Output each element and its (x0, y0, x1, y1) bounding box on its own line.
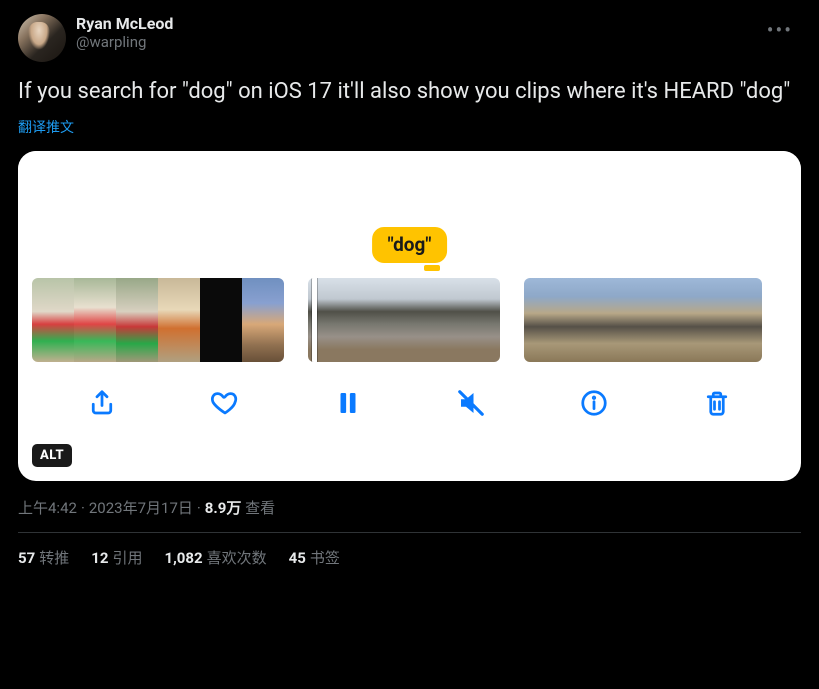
clip-frame (558, 278, 592, 362)
likes-stat[interactable]: 1,082喜欢次数 (164, 547, 266, 568)
clip-frame (660, 278, 694, 362)
info-icon[interactable] (576, 385, 612, 421)
share-icon[interactable] (84, 385, 120, 421)
clip-frame (116, 278, 158, 362)
caption-badge-tail (424, 265, 440, 271)
tweet-container: Ryan McLeod @warpling ••• If you search … (0, 0, 819, 578)
quotes-stat[interactable]: 12引用 (91, 547, 142, 568)
media-card[interactable]: "dog" (18, 151, 801, 481)
clip-group[interactable] (308, 278, 500, 362)
clip-frame (728, 278, 762, 362)
alt-badge[interactable]: ALT (32, 444, 72, 467)
clip-frame (74, 278, 116, 362)
pause-icon[interactable] (330, 385, 366, 421)
heart-icon[interactable] (207, 385, 243, 421)
clip-frame (158, 278, 200, 362)
stats-row: 57转推 12引用 1,082喜欢次数 45书签 (18, 533, 801, 568)
views-count: 8.9万 (205, 499, 242, 517)
clip-frame (242, 278, 284, 362)
tweet-date[interactable]: 2023年7月17日 (89, 499, 193, 517)
clip-frame (356, 278, 404, 362)
clip-frame (32, 278, 74, 362)
meta-row: 上午4:42·2023年7月17日·8.9万 查看 (18, 497, 801, 518)
clip-frame (694, 278, 728, 362)
clip-frame (592, 278, 626, 362)
translate-link[interactable]: 翻译推文 (18, 117, 801, 137)
user-handle: @warpling (76, 33, 749, 51)
retweets-stat[interactable]: 57转推 (18, 547, 69, 568)
clip-group[interactable] (32, 278, 284, 362)
avatar[interactable] (18, 14, 66, 62)
more-button[interactable]: ••• (759, 14, 801, 46)
trash-icon[interactable] (699, 385, 735, 421)
display-name: Ryan McLeod (76, 14, 749, 33)
tweet-time[interactable]: 上午4:42 (18, 499, 77, 517)
mute-icon[interactable] (453, 385, 489, 421)
tweet-text: If you search for "dog" on iOS 17 it'll … (18, 78, 801, 107)
playhead[interactable] (312, 278, 317, 362)
bookmarks-stat[interactable]: 45书签 (289, 547, 340, 568)
clip-group[interactable] (524, 278, 762, 362)
clip-frame (524, 278, 558, 362)
clip-frame (452, 278, 500, 362)
media-toolbar (18, 365, 801, 429)
clip-timeline[interactable] (18, 247, 801, 365)
tweet-header: Ryan McLeod @warpling ••• (18, 14, 801, 62)
clip-frame (626, 278, 660, 362)
user-block[interactable]: Ryan McLeod @warpling (76, 14, 749, 51)
views-label: 查看 (245, 499, 275, 517)
clip-frame (200, 278, 242, 362)
caption-badge: "dog" (372, 227, 448, 263)
clip-frame (404, 278, 452, 362)
